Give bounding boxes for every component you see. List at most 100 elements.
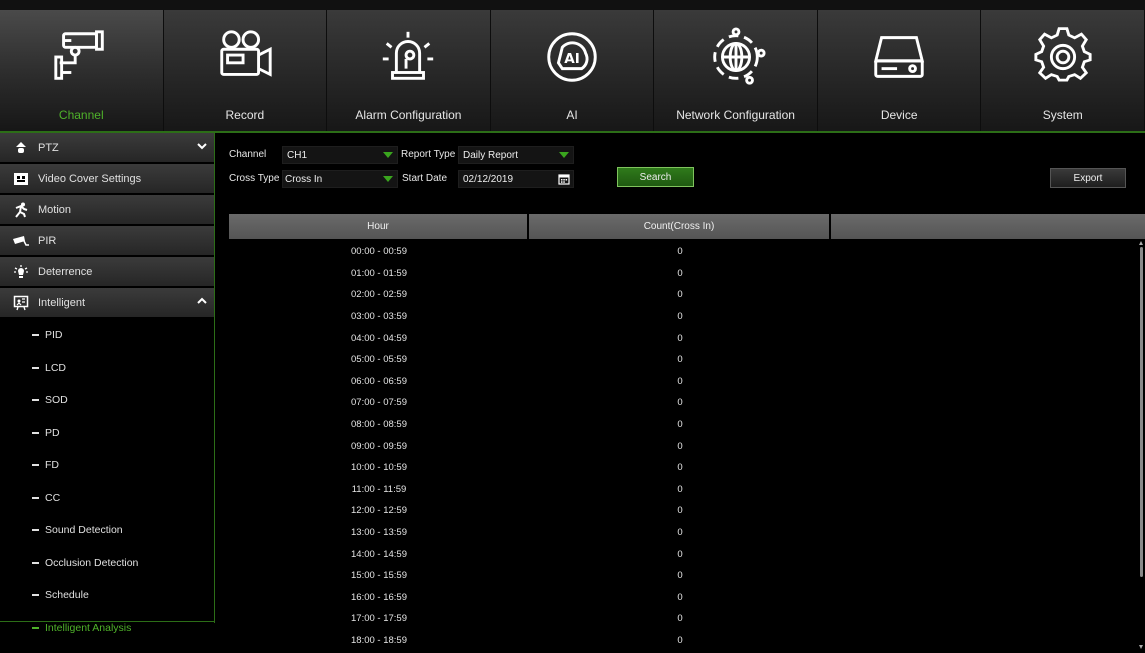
dropdown-arrow-icon (559, 152, 569, 158)
hour-cell: 10:00 - 10:59 (351, 462, 407, 474)
nav-tab-alarm-configuration[interactable]: Alarm Configuration (327, 10, 491, 132)
sidebar-subitem-fd[interactable]: FD (0, 449, 215, 482)
cross-type-select[interactable]: Cross In (282, 170, 398, 188)
sidebar-item-intelligent[interactable]: Intelligent (0, 288, 215, 319)
cross-type-label: Cross Type (229, 173, 280, 184)
ptz-camera-icon (12, 139, 30, 157)
export-button-label: Export (1073, 172, 1103, 184)
sidebar-subitem-label: SOD (45, 394, 68, 407)
hour-cell: 13:00 - 13:59 (351, 527, 407, 539)
search-button-label: Search (639, 171, 672, 183)
table-row: 07:00 - 07:59 0 (229, 392, 1139, 414)
table-row: 08:00 - 08:59 0 (229, 414, 1139, 436)
table-row: 04:00 - 04:59 0 (229, 327, 1139, 349)
count-cell: 0 (677, 591, 683, 603)
sidebar-subitem-label: Sound Detection (45, 524, 123, 537)
sidebar-item-motion[interactable]: Motion (0, 195, 215, 226)
report-type-select-value: Daily Report (463, 150, 519, 161)
scroll-down-arrow-icon[interactable] (1139, 645, 1143, 649)
hour-cell: 18:00 - 18:59 (351, 634, 407, 646)
cross-type-select-value: Cross In (285, 174, 323, 185)
sidebar-bottom-divider (0, 621, 215, 622)
nav-tab-label: Record (225, 108, 265, 122)
sidebar-subitem-pid[interactable]: PID (0, 319, 215, 352)
nav-tab-record[interactable]: Record (163, 10, 328, 132)
table-scrollbar[interactable] (1139, 241, 1144, 649)
nav-tab-channel[interactable]: Channel (0, 10, 164, 132)
running-person-icon (12, 201, 30, 219)
ai-icon: AI (539, 24, 605, 90)
light-bulb-icon (12, 263, 30, 281)
hour-cell: 15:00 - 15:59 (351, 570, 407, 582)
table-row: 18:00 - 18:59 0 (229, 630, 1139, 652)
column-header-empty (831, 214, 1145, 239)
sidebar-subitem-lcd[interactable]: LCD (0, 352, 215, 385)
sidebar-subitem-cc[interactable]: CC (0, 482, 215, 515)
export-button[interactable]: Export (1050, 168, 1126, 188)
gear-icon (1030, 24, 1096, 90)
count-cell: 0 (677, 462, 683, 474)
sidebar-subitem-sound-detection[interactable]: Sound Detection (0, 514, 215, 547)
channel-select-value: CH1 (287, 150, 308, 161)
sidebar-subitem-label: PD (45, 426, 60, 439)
chevron-down-icon (197, 142, 207, 153)
nav-tab-label: Network Configuration (676, 108, 795, 122)
sidebar-subitem-sod[interactable]: SOD (0, 384, 215, 417)
table-row: 10:00 - 10:59 0 (229, 457, 1139, 479)
table-row: 09:00 - 09:59 0 (229, 435, 1139, 457)
report-type-select[interactable]: Daily Report (458, 146, 574, 164)
count-cell: 0 (677, 440, 683, 452)
hour-cell: 11:00 - 11:59 (351, 483, 407, 495)
count-cell: 0 (677, 354, 683, 366)
dash-icon (32, 334, 39, 337)
table-row: 13:00 - 13:59 0 (229, 522, 1139, 544)
dash-icon (32, 431, 39, 434)
table-row: 05:00 - 05:59 0 (229, 349, 1139, 371)
nav-tab-ai[interactable]: AI AI (490, 10, 655, 132)
count-cell: 0 (677, 375, 683, 387)
table-row: 12:00 - 12:59 0 (229, 500, 1139, 522)
hour-cell: 03:00 - 03:59 (351, 311, 407, 323)
count-cell: 0 (677, 397, 683, 409)
count-cell: 0 (677, 332, 683, 344)
dash-icon (32, 561, 39, 564)
nav-tab-label: Alarm Configuration (355, 108, 462, 122)
sidebar-item-video-cover-settings[interactable]: Video Cover Settings (0, 164, 215, 195)
channel-label: Channel (229, 149, 267, 160)
nav-tab-device[interactable]: Device (817, 10, 982, 132)
sidebar-item-deterrence[interactable]: Deterrence (0, 257, 215, 288)
sidebar-item-label: Deterrence (38, 265, 93, 278)
count-cell: 0 (677, 311, 683, 323)
count-cell: 0 (677, 246, 683, 258)
count-cell: 0 (677, 613, 683, 625)
start-date-field[interactable]: 02/12/2019 (458, 170, 574, 188)
start-date-label: Start Date (402, 173, 448, 184)
nav-tab-label: System (1042, 108, 1083, 122)
scroll-up-arrow-icon[interactable] (1139, 241, 1143, 245)
sidebar-subitem-label: PID (45, 329, 63, 342)
sidebar-subitem-occlusion-detection[interactable]: Occlusion Detection (0, 547, 215, 580)
hard-drive-icon (866, 24, 932, 90)
sidebar-item-ptz[interactable]: PTZ (0, 133, 215, 164)
nav-tab-system[interactable]: System (981, 10, 1145, 132)
sidebar-subitem-intelligent-analysis[interactable]: Intelligent Analysis (0, 612, 215, 645)
nav-tab-network-configuration[interactable]: Network Configuration (654, 10, 818, 132)
hour-cell: 09:00 - 09:59 (351, 440, 407, 452)
table-body: 00:00 - 00:59 0 01:00 - 01:59 0 02:00 - 02… (229, 241, 1139, 653)
sidebar-subitem-pd[interactable]: PD (0, 417, 215, 450)
sidebar-subitem-schedule[interactable]: Schedule (0, 579, 215, 612)
dash-icon (32, 399, 39, 402)
search-button[interactable]: Search (617, 167, 694, 187)
dash-icon (32, 594, 39, 597)
dash-icon (32, 464, 39, 467)
table-row: 06:00 - 06:59 0 (229, 371, 1139, 393)
sidebar-subitem-label: CC (45, 491, 61, 504)
channel-select[interactable]: CH1 (282, 146, 398, 164)
scroll-thumb[interactable] (1140, 247, 1143, 577)
hour-cell: 05:00 - 05:59 (351, 354, 407, 366)
video-cover-icon (12, 170, 30, 188)
dash-icon (32, 626, 39, 629)
sidebar-item-pir[interactable]: PIR (0, 226, 215, 257)
calendar-icon[interactable] (558, 173, 570, 188)
column-header-hour: Hour (229, 214, 529, 239)
